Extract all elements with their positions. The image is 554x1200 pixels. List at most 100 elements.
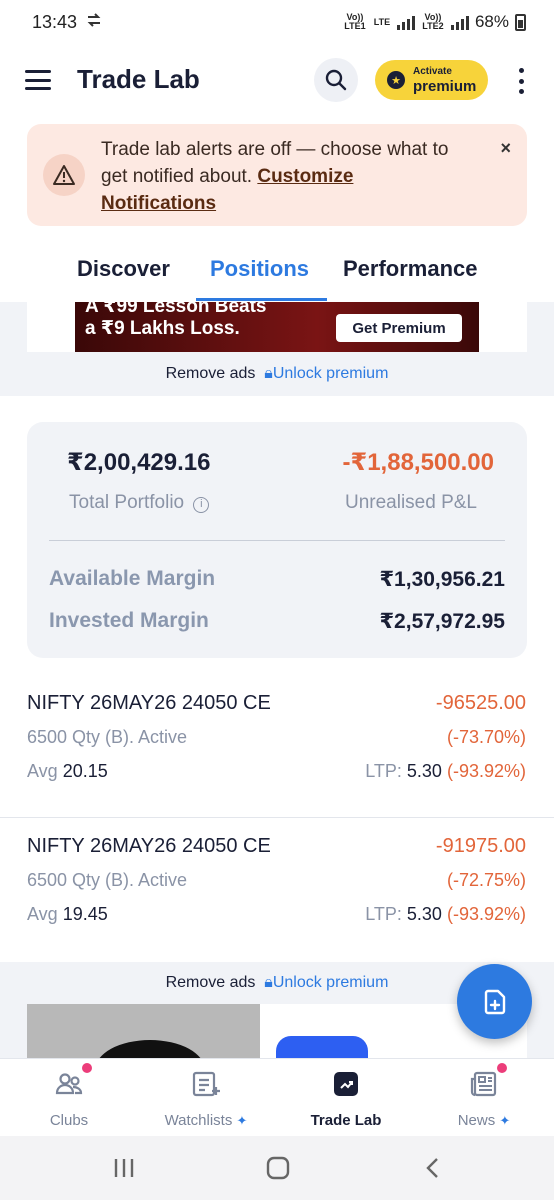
plus-icon: ✦ <box>236 1113 248 1128</box>
watchlist-icon <box>191 1069 221 1099</box>
lock-icon: 🔒︎ <box>264 365 273 382</box>
ltp-percent: (-93.92%) <box>446 761 526 781</box>
app-bar: Trade Lab ★ Activate premium <box>0 52 554 110</box>
unlock-premium-link[interactable]: 🔒︎Unlock premium <box>264 974 388 991</box>
avg-label: Avg <box>27 761 58 781</box>
invested-margin-value: ₹2,57,972.95 <box>379 610 505 633</box>
position-ltp: LTP: 5.30 (-93.92%) <box>365 904 526 925</box>
nav-label-row: News ✦ <box>424 1112 544 1129</box>
ltp-percent: (-93.92%) <box>446 904 526 924</box>
search-button[interactable] <box>314 58 358 102</box>
ad-section: A ₹99 Lesson Beats a ₹9 Lakhs Loss. Get … <box>0 302 554 396</box>
ltp-value: 5.30 <box>406 904 442 924</box>
nav-label-row: Watchlists ✦ <box>146 1112 266 1129</box>
available-margin-value: ₹1,30,956.21 <box>379 568 505 591</box>
add-document-icon <box>484 989 505 1014</box>
position-avg: Avg 20.15 <box>27 761 108 782</box>
signal-icon <box>396 14 415 30</box>
avg-value: 20.15 <box>62 761 108 781</box>
avg-value: 19.45 <box>62 904 108 924</box>
nav-news[interactable]: News ✦ <box>424 1063 544 1129</box>
position-pnl: -91975.00 <box>435 835 526 857</box>
available-margin-label: Available Margin <box>49 567 216 590</box>
plus-icon: ✦ <box>499 1113 511 1128</box>
remove-ads-row: Remove ads 🔒︎Unlock premium <box>0 365 554 383</box>
ad-banner[interactable]: A ₹99 Lesson Beats a ₹9 Lakhs Loss. Get … <box>75 302 479 352</box>
sim2-label: Vo)) LTE2 <box>422 12 444 31</box>
system-navigation-bar <box>0 1136 554 1200</box>
nav-trade-lab[interactable]: Trade Lab <box>286 1069 406 1129</box>
ltp-value: 5.30 <box>406 761 442 781</box>
signal-icon <box>450 14 469 30</box>
ad-line-1: A ₹99 Lesson Beats <box>85 302 267 317</box>
recent-apps-icon[interactable] <box>113 1156 135 1180</box>
trade-lab-icon <box>331 1069 361 1099</box>
search-icon <box>325 69 347 91</box>
alert-message: Trade lab alerts are off — choose what t… <box>101 136 461 217</box>
home-icon[interactable] <box>266 1156 290 1180</box>
clubs-icon <box>54 1063 92 1099</box>
unlock-premium-link[interactable]: 🔒︎Unlock premium <box>264 365 388 382</box>
back-icon[interactable] <box>424 1156 440 1180</box>
battery-icon <box>515 13 526 31</box>
data-transfer-icon <box>85 12 103 33</box>
nav-label: Clubs <box>49 1112 89 1129</box>
divider <box>0 817 554 818</box>
warning-icon <box>43 154 85 196</box>
total-portfolio-value: ₹2,00,429.16 <box>67 449 211 476</box>
position-name: NIFTY 26MAY26 24050 CE <box>27 692 271 714</box>
tab-bar: Discover Positions Performance <box>0 240 554 302</box>
remove-ads-link[interactable]: Remove ads <box>166 974 256 991</box>
unlock-premium-label: Unlock premium <box>272 974 389 991</box>
alerts-off-banner: Trade lab alerts are off — choose what t… <box>27 124 527 226</box>
tab-performance[interactable]: Performance <box>343 256 478 282</box>
ltp-label: LTP: <box>365 761 402 781</box>
unlock-premium-label: Unlock premium <box>272 365 389 382</box>
get-premium-button[interactable]: Get Premium <box>336 314 462 342</box>
network-label: LTE <box>373 16 391 27</box>
portfolio-summary-card: ₹2,00,429.16 Total Portfolio i -₹1,88,50… <box>27 422 527 658</box>
notification-badge <box>82 1063 92 1073</box>
status-bar: 13:43 Vo)) LTE1 LTE Vo)) LTE2 68% <box>0 0 554 44</box>
position-row[interactable]: NIFTY 26MAY26 24050 CE -96525.00 6500 Qt… <box>0 676 554 818</box>
activate-premium-button[interactable]: ★ Activate premium <box>375 60 488 100</box>
ad-line-2: a ₹9 Lakhs Loss. <box>85 318 240 339</box>
ltp-label: LTP: <box>365 904 402 924</box>
new-trade-fab[interactable] <box>457 964 532 1039</box>
ad-headline: A ₹99 Lesson Beats a ₹9 Lakhs Loss. <box>85 302 266 340</box>
tab-positions[interactable]: Positions <box>210 256 309 282</box>
ad-image[interactable] <box>27 1004 260 1058</box>
page-title: Trade Lab <box>77 64 200 94</box>
nav-clubs[interactable]: Clubs <box>9 1063 129 1129</box>
position-qty: 6500 Qty (B). Active <box>27 727 188 747</box>
position-pnl: -96525.00 <box>435 692 526 714</box>
tab-discover[interactable]: Discover <box>77 256 170 282</box>
position-pnl-percent: (-73.70%) <box>446 727 526 747</box>
invested-margin-label: Invested Margin <box>49 609 209 632</box>
active-tab-indicator <box>196 298 327 301</box>
news-icon <box>469 1063 507 1099</box>
total-portfolio-label-text: Total Portfolio <box>69 492 185 513</box>
bottom-navigation: Clubs Watchlists ✦ Trade Lab News ✦ <box>0 1058 554 1136</box>
menu-icon[interactable] <box>25 70 51 90</box>
nav-label: Watchlists <box>164 1112 233 1129</box>
unrealised-pnl-label: Unrealised P&L <box>344 492 477 513</box>
star-icon: ★ <box>387 71 405 89</box>
status-time: 13:43 <box>32 11 78 32</box>
close-icon[interactable]: × <box>500 138 511 159</box>
notification-badge <box>497 1063 507 1073</box>
sim1-label: Vo)) LTE1 <box>344 12 366 31</box>
info-icon[interactable]: i <box>193 497 210 513</box>
position-name: NIFTY 26MAY26 24050 CE <box>27 835 271 857</box>
remove-ads-link[interactable]: Remove ads <box>166 365 256 382</box>
more-options-icon[interactable] <box>516 68 526 94</box>
unrealised-pnl-value: -₹1,88,500.00 <box>342 449 494 476</box>
position-qty: 6500 Qty (B). Active <box>27 870 188 890</box>
divider <box>49 540 505 541</box>
nav-watchlists[interactable]: Watchlists ✦ <box>146 1069 266 1129</box>
nav-label: Trade Lab <box>310 1112 382 1129</box>
position-row[interactable]: NIFTY 26MAY26 24050 CE -91975.00 6500 Qt… <box>0 819 554 961</box>
avg-label: Avg <box>27 904 58 924</box>
total-portfolio-label: Total Portfolio i <box>69 492 210 514</box>
premium-small-label: Activate <box>413 65 452 77</box>
